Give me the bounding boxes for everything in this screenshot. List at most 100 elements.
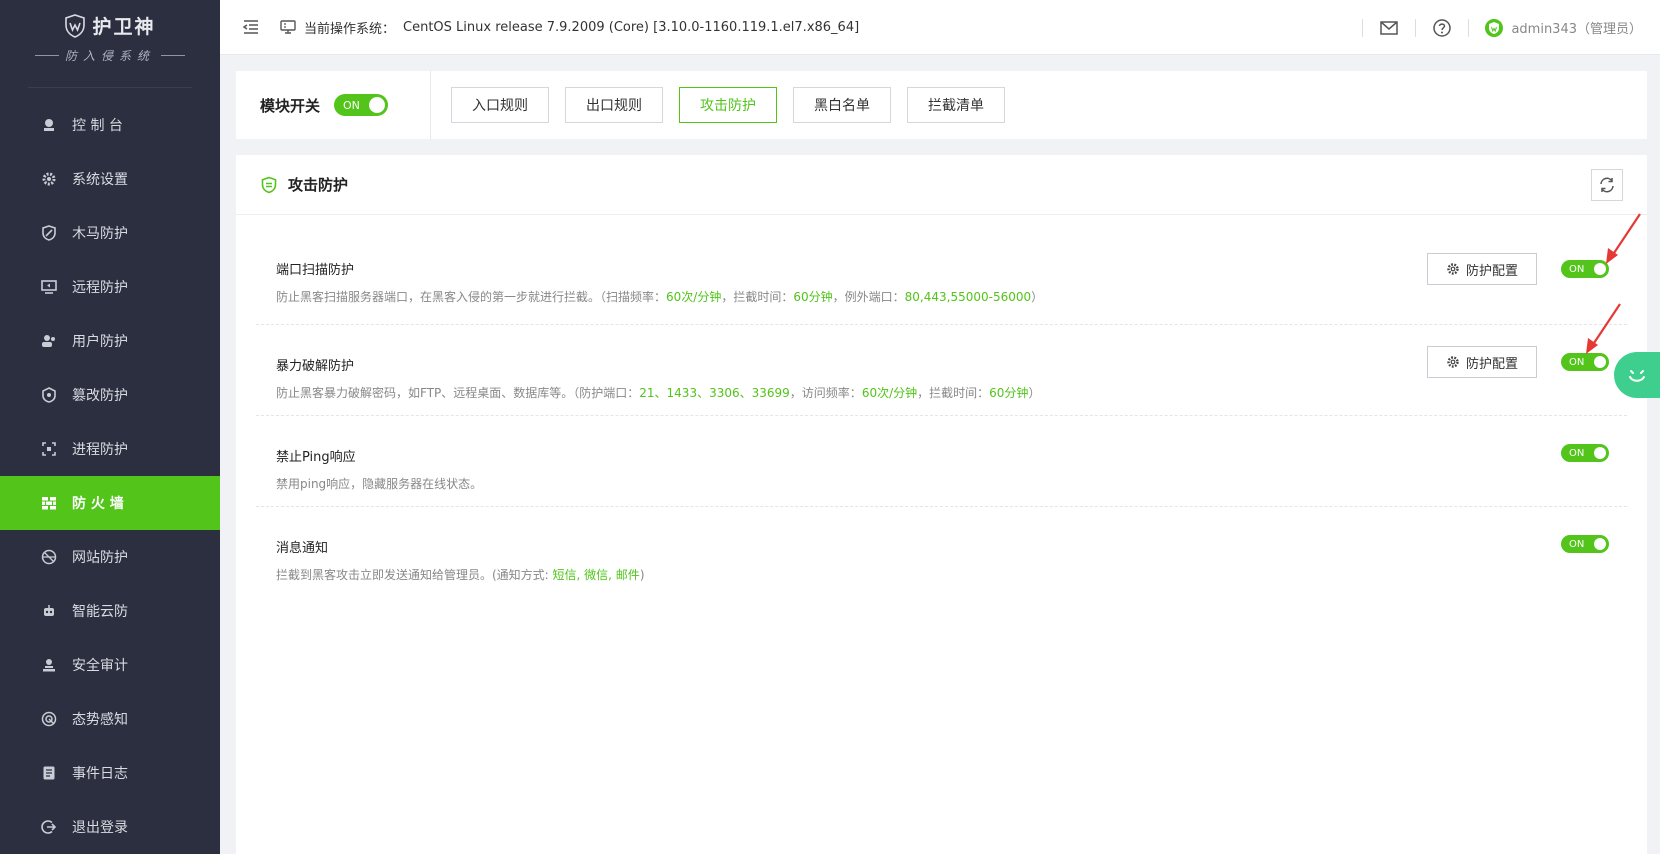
sidebar-item-label: 态势感知 bbox=[72, 712, 128, 728]
logout-icon bbox=[40, 818, 58, 836]
rule-desc-text: 防止黑客暴力破解密码，如FTP、远程桌面、数据库等。（防护端口： bbox=[276, 386, 640, 400]
sidebar-item-11[interactable]: 态势感知 bbox=[0, 692, 220, 746]
sidebar-item-0[interactable]: 控 制 台 bbox=[0, 98, 220, 152]
sidebar-item-label: 控 制 台 bbox=[72, 118, 123, 134]
sidebar-item-label: 远程防护 bbox=[72, 280, 128, 296]
toggle-on-text: ON bbox=[343, 98, 360, 112]
rule-title: 消息通知 bbox=[276, 541, 329, 556]
rule-desc-text: ，例外端口： bbox=[832, 290, 905, 304]
sidebar-item-label: 退出登录 bbox=[72, 820, 128, 836]
rules-list: 端口扫描防护 防止黑客扫描服务器端口，在黑客入侵的第一步就进行拦截。（扫描频率：6… bbox=[236, 215, 1647, 598]
module-toggle[interactable]: ON bbox=[334, 94, 389, 116]
smile-icon bbox=[1629, 370, 1645, 382]
menu-collapse-icon[interactable] bbox=[242, 18, 260, 36]
rule-param-value: 60分钟 bbox=[989, 386, 1029, 400]
sidebar-item-label: 进程防护 bbox=[72, 442, 128, 458]
tamper-icon bbox=[40, 386, 58, 404]
rule-row: 消息通知拦截到黑客攻击立即发送通知给管理员。(通知方式: 短信, 微信, 邮件)… bbox=[256, 507, 1627, 598]
sidebar-item-label: 智能云防 bbox=[72, 604, 128, 620]
tab-2[interactable]: 攻击防护 bbox=[679, 87, 777, 123]
sidebar-item-label: 防 火 墙 bbox=[72, 496, 124, 512]
tab-0[interactable]: 入口规则 bbox=[451, 87, 549, 123]
sidebar-item-12[interactable]: 事件日志 bbox=[0, 746, 220, 800]
rule-param-value: 短信, 微信, 邮件 bbox=[552, 568, 640, 582]
chat-helper-button[interactable] bbox=[1614, 352, 1660, 398]
module-bar: 模块开关 ON 入口规则 出口规则 攻击防护 黑白名单 拦截清单 bbox=[236, 71, 1647, 139]
rule-description: 拦截到黑客攻击立即发送通知给管理员。(通知方式: 短信, 微信, 邮件) bbox=[276, 566, 1627, 583]
tab-3[interactable]: 黑白名单 bbox=[793, 87, 891, 123]
config-label: 防护配置 bbox=[1465, 356, 1518, 372]
rule-param-value: 60分钟 bbox=[793, 290, 833, 304]
sidebar-item-2[interactable]: 木马防护 bbox=[0, 206, 220, 260]
trojan-shield-icon bbox=[40, 224, 58, 242]
mail-icon[interactable] bbox=[1379, 18, 1399, 38]
log-icon bbox=[40, 764, 58, 782]
rule-description: 防止黑客扫描服务器端口，在黑客入侵的第一步就进行拦截。（扫描频率：60次/分钟 ，… bbox=[276, 288, 1627, 305]
os-label: 当前操作系统： bbox=[304, 21, 396, 37]
tab-4[interactable]: 拦截清单 bbox=[907, 87, 1005, 123]
toggle-on-text: ON bbox=[1569, 356, 1585, 368]
rule-desc-text: ） bbox=[1028, 386, 1041, 400]
protection-config-button[interactable]: 防护配置 bbox=[1427, 346, 1537, 378]
rule-param-value: 60次/分钟 bbox=[666, 290, 722, 304]
remote-desktop-icon bbox=[40, 278, 58, 296]
rule-desc-text: ，访问频率： bbox=[789, 386, 862, 400]
sidebar-item-8[interactable]: 网站防护 bbox=[0, 530, 220, 584]
sidebar-item-4[interactable]: 用户防护 bbox=[0, 314, 220, 368]
sidebar-item-label: 网站防护 bbox=[72, 550, 128, 566]
rule-param-value: 21、1433、3306、33699 bbox=[639, 386, 790, 400]
tab-1[interactable]: 出口规则 bbox=[565, 87, 663, 123]
shield-icon bbox=[261, 176, 277, 193]
toggle-on-text: ON bbox=[1569, 447, 1585, 459]
radar-icon bbox=[40, 710, 58, 728]
sidebar-item-label: 事件日志 bbox=[72, 766, 128, 782]
refresh-button[interactable] bbox=[1591, 169, 1623, 201]
toggle-on-text: ON bbox=[1569, 263, 1585, 275]
rule-desc-text: 禁用ping响应，隐藏服务器在线状态。 bbox=[276, 477, 483, 491]
process-icon bbox=[40, 440, 58, 458]
sidebar-item-13[interactable]: 退出登录 bbox=[0, 800, 220, 854]
rule-description: 禁用ping响应，隐藏服务器在线状态。 bbox=[276, 475, 1627, 492]
sidebar-item-label: 篡改防护 bbox=[72, 388, 128, 404]
module-switch-label: 模块开关 bbox=[260, 96, 321, 115]
monitor-icon bbox=[280, 20, 296, 34]
sidebar-item-9[interactable]: 智能云防 bbox=[0, 584, 220, 638]
logo-title: 护卫神 bbox=[92, 16, 156, 38]
gear-icon bbox=[40, 170, 58, 188]
dashboard-icon bbox=[40, 116, 58, 134]
rule-param-value: 80,443,55000-56000 bbox=[904, 290, 1032, 304]
rule-desc-text: ） bbox=[1031, 290, 1044, 304]
os-value: CentOS Linux release 7.9.2009 (Core) [3.… bbox=[403, 19, 860, 35]
rule-title: 暴力破解防护 bbox=[276, 359, 355, 374]
sidebar-item-5[interactable]: 篡改防护 bbox=[0, 368, 220, 422]
rule-desc-text: 拦截到黑客攻击立即发送通知给管理员。(通知方式: bbox=[276, 568, 553, 582]
rule-toggle[interactable]: ON bbox=[1561, 535, 1609, 553]
sidebar-item-7[interactable]: 防 火 墙 bbox=[0, 476, 220, 530]
sidebar: 护卫神 防入侵系统 控 制 台系统设置木马防护远程防护用户防护篡改防护进程防护防… bbox=[0, 0, 220, 854]
rule-toggle[interactable]: ON bbox=[1561, 444, 1609, 462]
shield-logo-icon bbox=[65, 13, 86, 38]
rule-title: 禁止Ping响应 bbox=[276, 450, 356, 465]
protection-config-button[interactable]: 防护配置 bbox=[1427, 253, 1537, 285]
refresh-icon bbox=[1600, 177, 1614, 193]
rule-desc-text: 防止黑客扫描服务器端口，在黑客入侵的第一步就进行拦截。（扫描频率： bbox=[276, 290, 667, 304]
sidebar-item-1[interactable]: 系统设置 bbox=[0, 152, 220, 206]
gear-icon bbox=[1447, 356, 1459, 368]
rule-param-value: 60次/分钟 bbox=[861, 386, 918, 400]
annotation-arrow-1 bbox=[1606, 213, 1641, 264]
rule-description: 防止黑客暴力破解密码，如FTP、远程桌面、数据库等。（防护端口：21、1433、… bbox=[276, 384, 1627, 401]
sidebar-item-3[interactable]: 远程防护 bbox=[0, 260, 220, 314]
sidebar-item-6[interactable]: 进程防护 bbox=[0, 422, 220, 476]
rule-row: 端口扫描防护 防止黑客扫描服务器端口，在黑客入侵的第一步就进行拦截。（扫描频率：6… bbox=[256, 215, 1627, 325]
rule-row: 禁止Ping响应禁用ping响应，隐藏服务器在线状态。 ON bbox=[256, 416, 1627, 507]
sidebar-item-label: 系统设置 bbox=[72, 172, 128, 188]
attack-protection-panel: 攻击防护 端口扫描防护 防止黑客扫描服务器端口，在黑客入侵的第一步就进行拦截。（扫… bbox=[236, 155, 1647, 854]
rule-row: 暴力破解防护防止黑客暴力破解密码，如FTP、远程桌面、数据库等。（防护端口：21… bbox=[256, 325, 1627, 416]
help-icon[interactable] bbox=[1432, 18, 1452, 38]
user-name[interactable]: admin343（管理员） bbox=[1511, 18, 1642, 37]
user-avatar-icon[interactable] bbox=[1485, 18, 1504, 37]
logo: 护卫神 防入侵系统 bbox=[28, 0, 192, 88]
sidebar-item-10[interactable]: 安全审计 bbox=[0, 638, 220, 692]
top-header: 当前操作系统： CentOS Linux release 7.9.2009 (C… bbox=[220, 0, 1660, 55]
sidebar-item-label: 用户防护 bbox=[72, 334, 128, 350]
